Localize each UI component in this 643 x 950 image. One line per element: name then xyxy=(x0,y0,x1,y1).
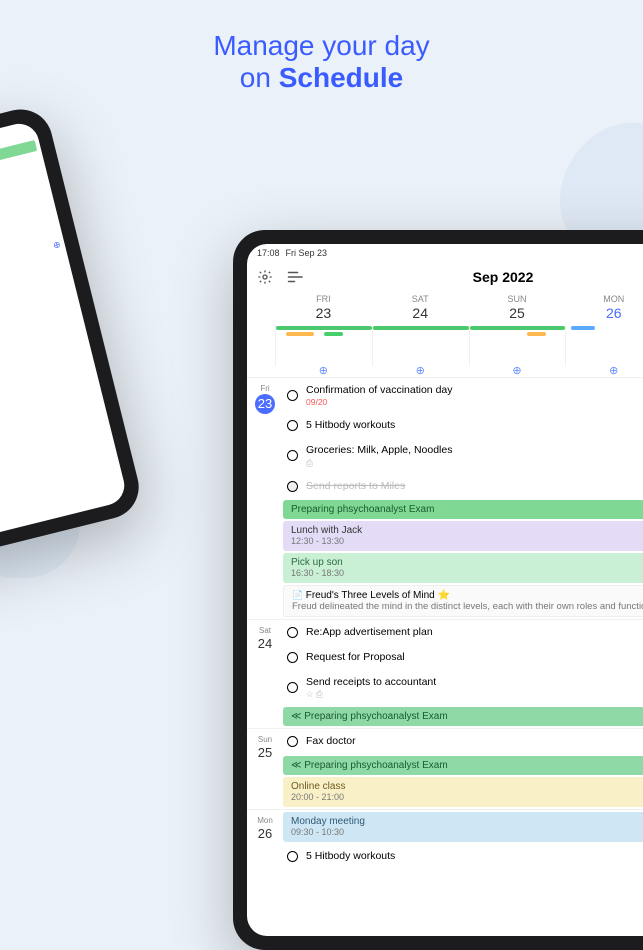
task-text: 5 Hitbody workouts xyxy=(306,850,643,863)
task-subtext: 09/20 xyxy=(306,397,643,407)
headline-line2-pre: on xyxy=(240,62,279,93)
status-bar: 17:08 Fri Sep 23 xyxy=(247,244,643,262)
attachment-icon: ⎙ xyxy=(306,458,643,468)
event-title: ≪ Preparing phsychoanalyst Exam xyxy=(291,760,448,771)
task-row[interactable]: Re:App advertisement plan xyxy=(283,620,643,645)
task-row[interactable]: Send receipts to accountant☆ ⎙ xyxy=(283,670,643,706)
gear-icon[interactable] xyxy=(257,269,273,285)
headline-line1: Manage your day xyxy=(213,30,429,61)
attachment-icon: ☆ ⎙ xyxy=(306,689,643,699)
task-text: Confirmation of vaccination day xyxy=(306,384,453,396)
headline: Manage your day on Schedule xyxy=(0,0,643,114)
week-activity-bars xyxy=(247,326,643,336)
event-title: Pick up son xyxy=(291,557,343,568)
task-text: Request for Proposal xyxy=(306,651,643,664)
day-gutter[interactable]: Sat24 xyxy=(247,620,283,728)
day-section-sat: Sat24 Re:App advertisement plan Request … xyxy=(247,620,643,728)
task-text: Fax doctor xyxy=(306,735,643,748)
event-block[interactable]: Pick up son16:30 - 18:30 xyxy=(283,553,643,583)
task-text: Send reports to Miles xyxy=(306,480,643,493)
task-row[interactable]: Request for Proposal xyxy=(283,645,643,670)
task-row[interactable]: 5 Hitbody workouts xyxy=(283,844,643,869)
day-section-mon: Mon26 Monday meeting09:30 - 10:30 5 Hitb… xyxy=(247,810,643,869)
event-block[interactable]: ≪ Preparing phsychoanalyst Exam xyxy=(283,707,643,726)
task-circle-icon[interactable] xyxy=(287,682,298,693)
day-gutter[interactable]: Sun25 xyxy=(247,729,283,809)
day-gutter[interactable]: Mon26 xyxy=(247,810,283,869)
weekday-fri[interactable]: FRI23 xyxy=(275,292,372,326)
day-section-sun: Sun25 Fax doctor ≪ Preparing phsychoanal… xyxy=(247,729,643,809)
event-title: Lunch with Jack xyxy=(291,525,362,536)
task-row[interactable]: Groceries: Milk, Apple, Noodles ⎙ xyxy=(283,438,643,474)
weekday-mon[interactable]: MON26 xyxy=(565,292,643,326)
event-title: Monday meeting xyxy=(291,816,365,827)
event-time: 20:00 - 21:00 xyxy=(291,792,344,802)
event-block[interactable]: Preparing phsychoanalyst Exam xyxy=(283,500,643,519)
note-title: Freud's Three Levels of Mind ⭐ xyxy=(306,590,450,601)
week-header: FRI23 SAT24 SUN25 MON26 TUE27 xyxy=(247,292,643,326)
month-title[interactable]: Sep 2022 xyxy=(473,269,534,285)
note-content: Freud delineated the mind in the distinc… xyxy=(292,601,643,612)
view-toggle-icon[interactable] xyxy=(287,270,305,284)
task-circle-icon[interactable] xyxy=(287,390,298,401)
day-gutter[interactable]: Fri23 xyxy=(247,378,283,620)
task-text: Groceries: Milk, Apple, Noodles xyxy=(306,444,452,456)
task-text: Re:App advertisement plan xyxy=(306,626,643,639)
event-block[interactable]: Online class20:00 - 21:00 xyxy=(283,777,643,807)
task-circle-icon[interactable] xyxy=(287,736,298,747)
toolbar: Sep 2022 xyxy=(247,262,643,292)
event-title: Preparing phsychoanalyst Exam xyxy=(291,504,434,515)
weekday-sat[interactable]: SAT24 xyxy=(372,292,469,326)
event-time: 09:30 - 10:30 xyxy=(291,827,344,837)
event-title: Online class xyxy=(291,781,345,792)
status-time: 17:08 xyxy=(257,248,280,258)
note-block[interactable]: 📄 Freud's Three Levels of Mind ⭐Freud de… xyxy=(283,585,643,617)
task-circle-icon[interactable] xyxy=(287,481,298,492)
event-title: ≪ Preparing phsychoanalyst Exam xyxy=(291,711,448,722)
tablet-preview-left: 24 Preparing phsychoanalyst Exam Re:App … xyxy=(0,103,145,598)
task-row[interactable]: 5 Hitbody workouts xyxy=(283,413,643,438)
task-circle-icon[interactable] xyxy=(287,450,298,461)
task-row[interactable]: Fax doctor xyxy=(283,729,643,754)
task-row[interactable]: Confirmation of vaccination day09/20 xyxy=(283,378,643,414)
status-date: Fri Sep 23 xyxy=(286,248,328,258)
task-row[interactable]: Send reports to Miles xyxy=(283,474,643,499)
event-block[interactable]: Monday meeting09:30 - 10:30 xyxy=(283,812,643,842)
task-circle-icon[interactable] xyxy=(287,652,298,663)
event-time: 16:30 - 18:30 xyxy=(291,568,344,578)
task-text: Send receipts to accountant xyxy=(306,676,436,688)
event-time: 12:30 - 13:30 xyxy=(291,536,344,546)
event-block[interactable]: ≪ Preparing phsychoanalyst Exam xyxy=(283,756,643,775)
day-section-fri: Fri23 Confirmation of vaccination day09/… xyxy=(247,378,643,620)
task-circle-icon[interactable] xyxy=(287,627,298,638)
task-circle-icon[interactable] xyxy=(287,420,298,431)
task-circle-icon[interactable] xyxy=(287,851,298,862)
weekday-sun[interactable]: SUN25 xyxy=(469,292,566,326)
tablet-main: 17:08 Fri Sep 23 Sep 2022 FRI23 SAT24 SU… xyxy=(233,230,643,950)
task-text: 5 Hitbody workouts xyxy=(306,419,643,432)
headline-line2-strong: Schedule xyxy=(279,62,403,93)
event-block[interactable]: Lunch with Jack12:30 - 13:30 xyxy=(283,521,643,551)
